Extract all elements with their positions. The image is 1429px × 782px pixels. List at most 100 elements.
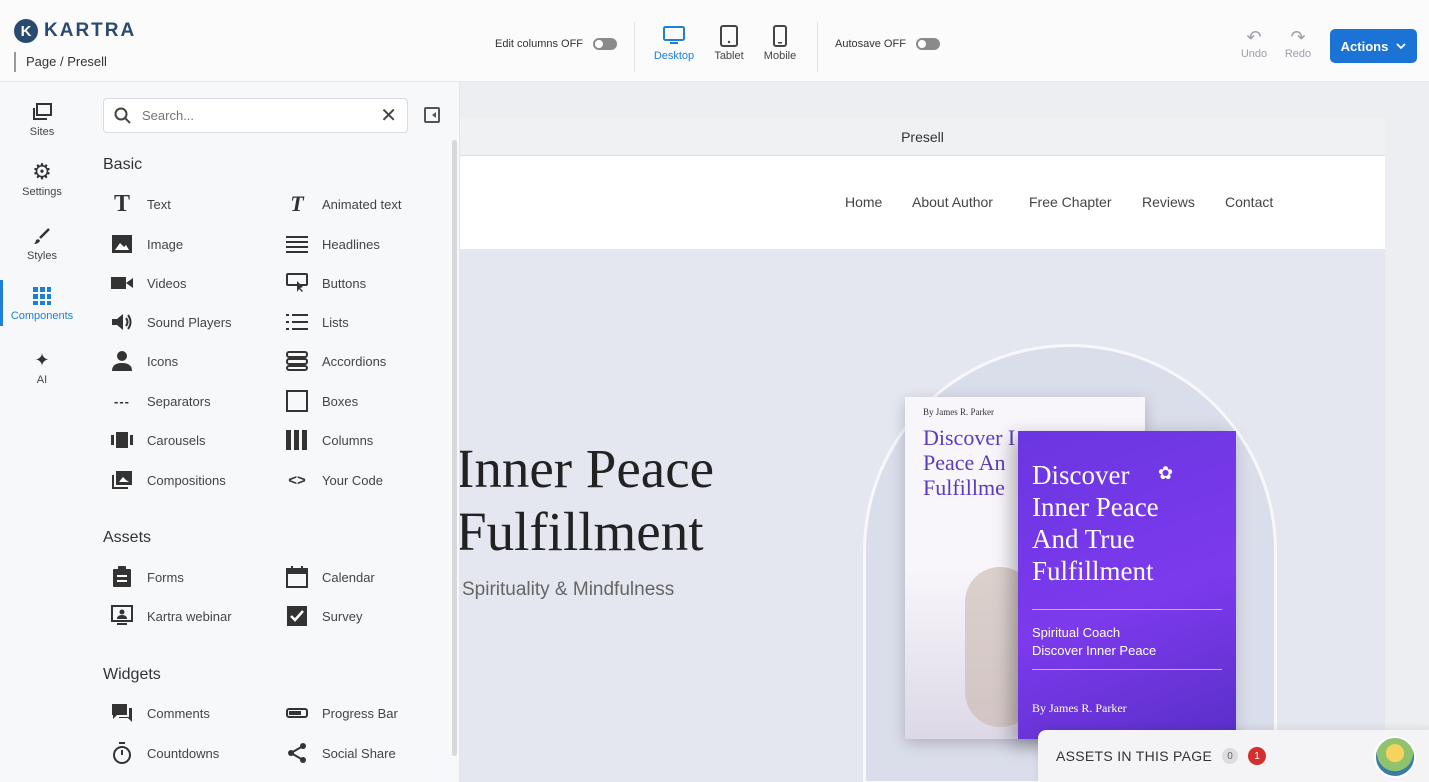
hero-title[interactable]: Inner Peace Fulfillment <box>460 437 714 563</box>
component-boxes[interactable]: Boxes <box>285 389 358 413</box>
component-survey[interactable]: Survey <box>285 604 362 628</box>
desktop-icon <box>649 22 699 50</box>
editor-canvas[interactable]: Presell Home About Author Free Chapter R… <box>460 82 1429 782</box>
device-mobile-button[interactable]: Mobile <box>755 22 805 62</box>
device-label: Mobile <box>763 50 797 62</box>
component-animated-text[interactable]: T Animated text <box>285 191 401 216</box>
component-countdowns[interactable]: Countdowns <box>110 741 219 765</box>
component-buttons[interactable]: Buttons <box>285 271 366 295</box>
avatar[interactable] <box>1374 736 1416 778</box>
section-assets-title: Assets <box>103 529 152 546</box>
component-kartra-webinar[interactable]: Kartra webinar <box>110 604 232 628</box>
actions-button[interactable]: Actions <box>1330 29 1417 63</box>
component-label: Separators <box>147 393 211 409</box>
component-label: Social Share <box>322 745 396 761</box>
component-separators[interactable]: --- Separators <box>110 389 211 413</box>
comments-icon <box>110 701 134 725</box>
tablet-icon <box>704 22 754 50</box>
top-bar: K KARTRA Page / Presell Edit columns OFF… <box>0 0 1429 82</box>
collapse-panel-icon[interactable] <box>424 107 440 123</box>
component-forms[interactable]: Forms <box>110 565 184 589</box>
rail-item-ai[interactable]: ✦ AI <box>0 346 84 387</box>
component-social-share[interactable]: Social Share <box>285 741 396 765</box>
site-navigation[interactable]: Home About Author Free Chapter Reviews C… <box>460 156 1385 249</box>
component-lists[interactable]: Lists <box>285 310 349 334</box>
section-widgets-title: Widgets <box>103 666 161 683</box>
component-videos[interactable]: Videos <box>110 271 187 295</box>
component-headlines[interactable]: Headlines <box>285 232 380 256</box>
undo-label: Undo <box>1240 48 1268 60</box>
stopwatch-icon <box>110 741 134 765</box>
breadcrumb[interactable]: Page / Presell <box>14 52 107 72</box>
divider <box>1032 609 1222 610</box>
component-label: Buttons <box>322 275 367 291</box>
component-carousels[interactable]: Carousels <box>110 428 206 452</box>
hero-subtitle[interactable]: Spirituality & Mindfulness <box>462 579 674 601</box>
redo-icon: ↷ <box>1290 27 1306 47</box>
kartra-logo[interactable]: K KARTRA <box>14 19 136 43</box>
component-calendar[interactable]: Calendar <box>285 565 375 589</box>
component-your-code[interactable]: <> Your Code <box>285 468 383 492</box>
component-image[interactable]: Image <box>110 232 183 256</box>
assets-in-page-bar[interactable]: ASSETS IN THIS PAGE 0 1 <box>1038 730 1429 782</box>
speaker-icon <box>110 310 134 334</box>
nav-link-reviews[interactable]: Reviews <box>1142 194 1195 210</box>
book-cover-front: Discover Inner Peace And True Fulfillmen… <box>1018 431 1236 739</box>
toggle-switch-icon[interactable] <box>915 38 940 50</box>
device-label: Desktop <box>653 50 695 62</box>
close-icon[interactable]: ✕ <box>380 106 397 126</box>
undo-icon: ↶ <box>1246 27 1262 47</box>
divider <box>817 22 818 72</box>
component-label: Your Code <box>322 472 383 488</box>
component-columns[interactable]: Columns <box>285 428 373 452</box>
search-box[interactable]: ✕ <box>103 98 408 133</box>
actions-label: Actions <box>1340 38 1389 54</box>
component-text[interactable]: T Text <box>110 191 171 217</box>
nav-link-free-chapter[interactable]: Free Chapter <box>1029 194 1111 210</box>
autosave-label: Autosave OFF <box>835 38 906 50</box>
share-icon <box>285 741 309 765</box>
carousel-icon <box>110 428 134 452</box>
component-compositions[interactable]: Compositions <box>110 468 226 492</box>
search-input[interactable] <box>142 108 371 123</box>
component-label: Boxes <box>322 393 359 409</box>
nav-link-about-author[interactable]: About Author <box>912 194 993 210</box>
rail-item-label: AI <box>36 374 48 386</box>
rail-item-sites[interactable]: Sites <box>0 98 84 138</box>
component-label: Forms <box>147 569 184 585</box>
component-label: Sound Players <box>147 314 232 330</box>
nav-link-home[interactable]: Home <box>845 194 882 210</box>
hero-section[interactable]: Inner Peace Fulfillment Spirituality & M… <box>460 249 1385 782</box>
component-label: Comments <box>147 705 210 721</box>
page-frame-title: Presell <box>460 118 1385 156</box>
component-sound-players[interactable]: Sound Players <box>110 310 232 334</box>
device-desktop-button[interactable]: Desktop <box>649 22 699 62</box>
rail-item-components[interactable]: Components <box>0 282 84 322</box>
device-label: Tablet <box>714 50 744 62</box>
component-label: Countdowns <box>147 745 220 761</box>
brush-icon <box>0 222 84 250</box>
component-label: Icons <box>147 353 179 369</box>
lotus-icon: ✿ <box>1158 463 1174 483</box>
checkbox-icon <box>285 604 309 628</box>
autosave-toggle[interactable]: Autosave OFF <box>835 38 940 50</box>
panel-scrollbar[interactable] <box>452 140 457 756</box>
nav-link-contact[interactable]: Contact <box>1225 194 1273 210</box>
compositions-icon <box>110 468 134 492</box>
divider <box>634 22 635 72</box>
component-comments[interactable]: Comments <box>110 701 210 725</box>
device-tablet-button[interactable]: Tablet <box>704 22 754 62</box>
person-icon <box>110 349 134 373</box>
book-author: By James R. Parker <box>1032 701 1127 715</box>
clipboard-icon <box>110 565 134 589</box>
component-accordions[interactable]: Accordions <box>285 349 386 373</box>
book-title: Discover Inner Peace And True Fulfillmen… <box>1032 460 1159 586</box>
rail-item-styles[interactable]: Styles <box>0 222 84 262</box>
component-progress-bar[interactable]: Progress Bar <box>285 701 398 725</box>
edit-columns-toggle[interactable]: Edit columns OFF <box>495 38 618 50</box>
component-icons[interactable]: Icons <box>110 349 178 373</box>
undo-button[interactable]: ↶ Undo <box>1236 26 1272 60</box>
rail-item-settings[interactable]: ⚙ Settings <box>0 158 84 198</box>
redo-button[interactable]: ↷ Redo <box>1280 26 1316 60</box>
toggle-switch-icon[interactable] <box>593 38 618 50</box>
